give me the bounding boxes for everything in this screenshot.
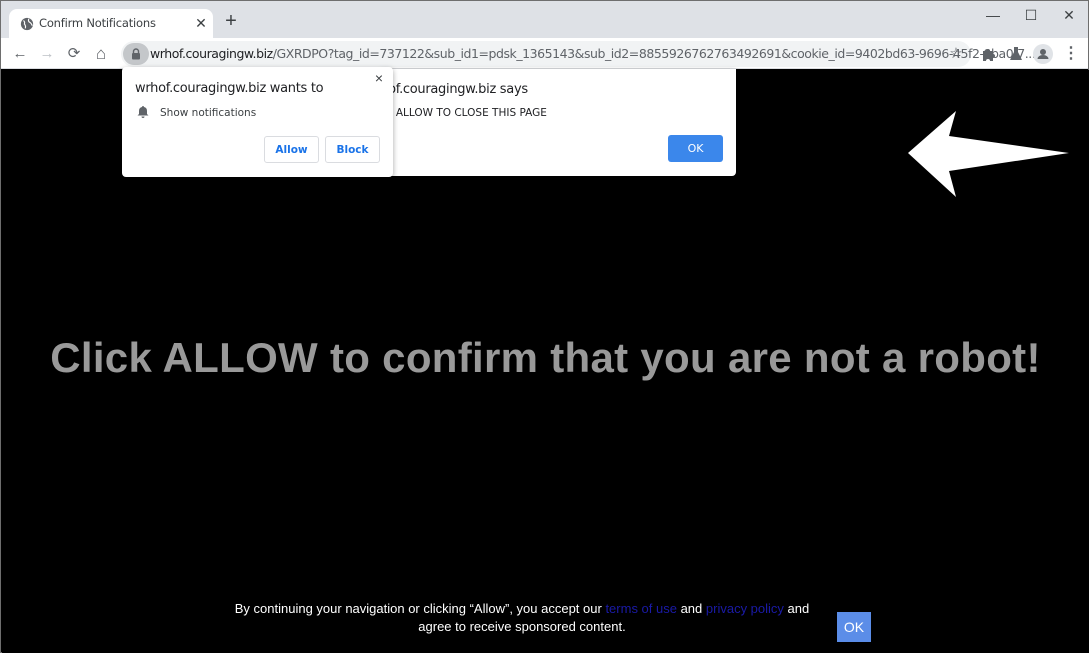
- url-host: wrhof.couragingw.biz: [150, 46, 273, 61]
- profile-avatar-icon[interactable]: [1032, 43, 1054, 65]
- lock-icon: [132, 48, 140, 60]
- alert-message: CLICK ALLOW TO CLOSE THIS PAGE: [381, 107, 547, 119]
- browser-toolbar: ← → ⟳ ⌂ wrhof.couragingw.biz/GXRDPO?tag_…: [1, 38, 1088, 69]
- prompt-close-icon[interactable]: ×: [372, 71, 386, 85]
- consent-ok-button[interactable]: OK: [837, 612, 871, 642]
- extensions-puzzle-icon[interactable]: [978, 43, 1000, 65]
- alert-ok-button[interactable]: OK: [668, 135, 723, 162]
- minimize-button[interactable]: —: [978, 5, 1008, 25]
- forward-button[interactable]: →: [36, 43, 58, 65]
- back-button[interactable]: ←: [9, 43, 31, 65]
- alert-dialog: wrhof.couragingw.biz says CLICK ALLOW TO…: [381, 69, 736, 176]
- tab-confirm-notifications[interactable]: Confirm Notifications ✕: [9, 9, 213, 38]
- browser-window: Confirm Notifications ✕ + — ☐ ✕ ← → ⟳ ⌂ …: [0, 0, 1089, 653]
- prompt-title: wrhof.couragingw.biz wants to: [135, 81, 324, 96]
- url-path: /GXRDPO?tag_id=737122&sub_id1=pdsk_13651…: [272, 46, 1036, 61]
- site-info-button[interactable]: [123, 43, 149, 65]
- privacy-policy-link[interactable]: privacy policy: [706, 601, 784, 616]
- close-window-button[interactable]: ✕: [1054, 5, 1084, 25]
- tab-strip: Confirm Notifications ✕ + — ☐ ✕: [1, 1, 1088, 38]
- allow-button[interactable]: Allow: [264, 136, 319, 163]
- new-tab-button[interactable]: +: [222, 11, 240, 31]
- consent-notice: By continuing your navigation or clickin…: [227, 600, 817, 636]
- url-text[interactable]: wrhof.couragingw.biz/GXRDPO?tag_id=73712…: [150, 46, 1036, 61]
- headline-text: Click ALLOW to confirm that you are not …: [50, 334, 1041, 381]
- notification-permission-prompt: × wrhof.couragingw.biz wants to Show not…: [122, 67, 393, 177]
- tab-title: Confirm Notifications: [39, 16, 156, 30]
- alert-title: wrhof.couragingw.biz says: [381, 82, 528, 97]
- terms-of-use-link[interactable]: terms of use: [605, 601, 677, 616]
- maximize-button[interactable]: ☐: [1016, 5, 1046, 25]
- bell-icon: [137, 106, 149, 118]
- address-bar[interactable]: wrhof.couragingw.biz/GXRDPO?tag_id=73712…: [121, 41, 1036, 67]
- left-arrow-icon: [908, 111, 1069, 197]
- block-button[interactable]: Block: [325, 136, 380, 163]
- permission-label: Show notifications: [160, 107, 257, 119]
- home-button[interactable]: ⌂: [90, 43, 112, 65]
- bookmark-star-icon[interactable]: ☆: [946, 44, 966, 64]
- tab-close-icon[interactable]: ✕: [194, 15, 208, 31]
- labs-flask-icon[interactable]: [1005, 43, 1027, 65]
- globe-icon: [20, 17, 34, 31]
- consent-text-and: and: [676, 601, 706, 616]
- browser-menu-icon[interactable]: ⋮: [1060, 43, 1082, 65]
- reload-button[interactable]: ⟳: [63, 43, 85, 65]
- consent-text-before: By continuing your navigation or clickin…: [234, 601, 606, 616]
